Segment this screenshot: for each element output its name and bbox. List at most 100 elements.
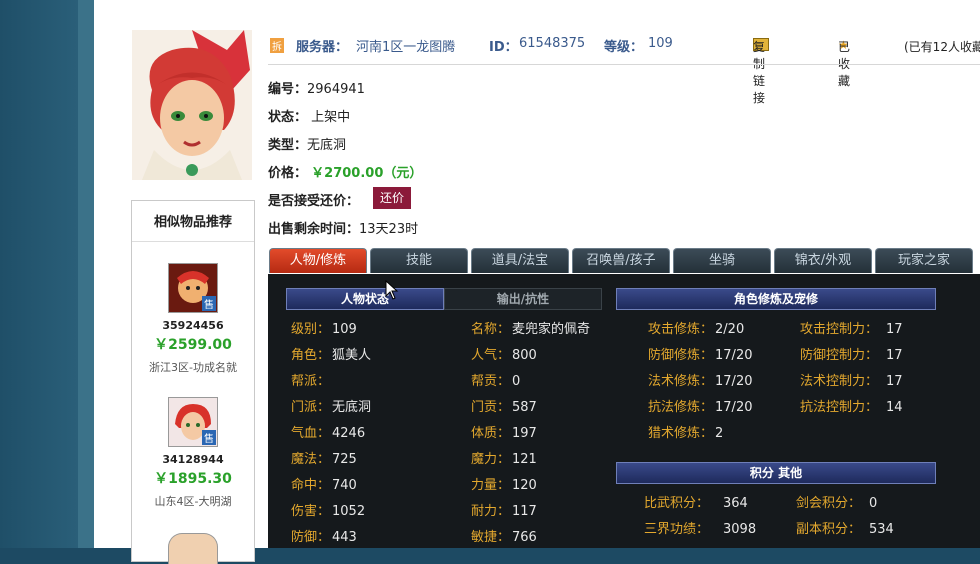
stat-value: 725: [332, 452, 357, 467]
item-price-row: 价格： ￥2700.00（元）: [268, 162, 422, 181]
stat-label: 魔法：: [291, 452, 331, 467]
stat-row: 门贡： 587: [471, 396, 537, 415]
tab-skills[interactable]: 技能: [370, 248, 468, 273]
cultivation-row: 法术修炼： 17/20: [648, 370, 752, 389]
stat-label: 耐力：: [471, 504, 511, 519]
stat-value: 443: [332, 530, 357, 545]
stat-row: 敏捷： 766: [471, 526, 537, 545]
section-char-status[interactable]: 人物状态: [286, 288, 444, 310]
rec-item[interactable]: 售 34128944 ￥1895.30 山东4区-大明湖: [132, 397, 254, 509]
score-value: 364: [723, 496, 748, 511]
cultivation-row: 猎术修炼： 2: [648, 422, 723, 441]
time-left-value: 13天23时: [359, 222, 419, 237]
stat-row: 力量： 120: [471, 474, 537, 493]
cultivation-label: 抗法控制力：: [800, 400, 879, 415]
status-label: 状态：: [268, 110, 308, 125]
cultivation-label: 法术修炼：: [648, 374, 714, 389]
stat-row: 魔法： 725: [291, 448, 357, 467]
item-header: 拆 服务器： 河南1区一龙图腾 ID： 61548375 等级： 109 复制链…: [268, 36, 980, 105]
stat-value: 狐美人: [332, 348, 372, 363]
tab-pets[interactable]: 召唤兽/孩子: [572, 248, 670, 273]
cultivation-row: 防御修炼： 17/20: [648, 344, 752, 363]
score-value: 534: [869, 522, 894, 537]
rec-item[interactable]: 售 35924456 ￥2599.00 浙江3区-功成名就: [132, 263, 254, 375]
sale-badge: 售: [202, 430, 216, 445]
rec-item-thumbnail[interactable]: 售: [168, 397, 218, 447]
rec-item-price: ￥1895.30: [154, 471, 232, 487]
stat-value: 197: [512, 426, 537, 441]
number-label: 编号：: [268, 82, 308, 97]
counter-offer-row: 是否接受还价：: [268, 190, 359, 209]
counter-offer-label: 是否接受还价：: [268, 194, 360, 209]
rec-item-thumbnail-partial[interactable]: [168, 533, 218, 564]
cultivation-row: 法术控制力： 17: [800, 370, 903, 389]
stat-row: 角色： 狐美人: [291, 344, 371, 363]
favorite-count: (已有12人收藏: [904, 40, 980, 54]
score-row: 副本积分： 534: [796, 518, 894, 537]
id-value: 61548375: [519, 36, 586, 51]
score-row: 剑会积分： 0: [796, 492, 877, 511]
cultivation-label: 防御控制力：: [800, 348, 879, 363]
tab-items[interactable]: 道具/法宝: [471, 248, 569, 273]
stat-value: 0: [512, 374, 521, 389]
stat-row: 级别： 109: [291, 318, 357, 337]
stat-row: 命中： 740: [291, 474, 357, 493]
cultivation-row: 抗法控制力： 14: [800, 396, 903, 415]
rec-item-server[interactable]: 山东4区-大明湖: [132, 493, 254, 509]
level-value: 109: [648, 36, 673, 51]
stat-row: 人气： 800: [471, 344, 537, 363]
stat-value: 麦兜家的佩奇: [512, 322, 591, 337]
tab-character[interactable]: 人物/修炼: [269, 248, 367, 273]
rec-item-server[interactable]: 浙江3区-功成名就: [132, 359, 254, 375]
cultivation-label: 攻击修炼：: [648, 322, 714, 337]
stat-label: 门贡：: [471, 400, 511, 415]
type-label: 类型：: [268, 138, 308, 153]
time-left-label: 出售剩余时间：: [268, 222, 360, 237]
score-row: 三界功绩： 3098: [644, 518, 756, 537]
section-output-resist[interactable]: 输出/抗性: [444, 288, 602, 310]
stat-label: 帮派：: [291, 374, 331, 389]
background-left-panel: [0, 0, 78, 548]
server-name: 河南1区一龙图腾: [356, 40, 456, 55]
tab-home[interactable]: 玩家之家: [875, 248, 973, 273]
cultivation-row: 防御控制力： 17: [800, 344, 903, 363]
cultivation-label: 攻击控制力：: [800, 322, 879, 337]
stat-label: 级别：: [291, 322, 331, 337]
stat-row: 名称： 麦兜家的佩奇: [471, 318, 590, 337]
similar-items-title: 相似物品推荐: [132, 201, 254, 242]
stat-label: 气血：: [291, 426, 331, 441]
cultivation-value: 17/20: [715, 374, 753, 389]
chai-badge: 拆: [270, 38, 284, 53]
section-cultivation: 角色修炼及宠修: [616, 288, 936, 310]
stat-label: 门派：: [291, 400, 331, 415]
number-value: 2964941: [307, 82, 365, 97]
character-avatar: [132, 30, 252, 180]
similar-items-panel: 相似物品推荐 售 35924456 ￥2599.00 浙江3区-功成名就 售 3…: [131, 200, 255, 564]
status-value: 上架中: [311, 110, 351, 125]
score-label: 副本积分：: [796, 522, 862, 537]
rec-item-price: ￥2599.00: [154, 337, 232, 353]
stat-label: 魔力：: [471, 452, 511, 467]
stat-label: 体质：: [471, 426, 511, 441]
stat-row: 防御： 443: [291, 526, 357, 545]
stat-row: 帮派：: [291, 370, 332, 389]
tab-mounts[interactable]: 坐骑: [673, 248, 771, 273]
tab-outfits[interactable]: 锦衣/外观: [774, 248, 872, 273]
copy-link-label: 复制链接: [753, 40, 766, 105]
stat-value: 1052: [332, 504, 366, 519]
stat-value: 121: [512, 452, 537, 467]
stat-row: 气血： 4246: [291, 422, 365, 441]
stat-label: 敏捷：: [471, 530, 511, 545]
score-label: 比武积分：: [644, 496, 710, 511]
score-label: 剑会积分：: [796, 496, 862, 511]
stat-value: 109: [332, 322, 357, 337]
counter-offer-button[interactable]: 还价: [373, 187, 411, 209]
detail-tabs: 人物/修炼 技能 道具/法宝 召唤兽/孩子 坐骑 锦衣/外观 玩家之家: [268, 248, 980, 274]
rec-item-id: 34128944: [162, 453, 224, 466]
rec-item-thumbnail[interactable]: 售: [168, 263, 218, 313]
type-value: 无底洞: [307, 138, 347, 153]
stat-value: 740: [332, 478, 357, 493]
cultivation-label: 猎术修炼：: [648, 426, 714, 441]
item-type-row: 类型：无底洞: [268, 134, 346, 153]
cultivation-value: 17/20: [715, 348, 753, 363]
